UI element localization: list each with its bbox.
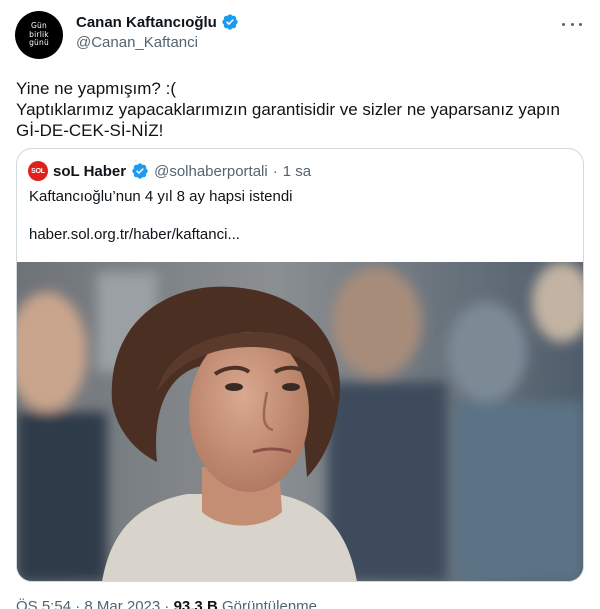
tweet-meta: ÖS 5:54 · 8 Mar 2023 · 93,3 B Görüntülen…: [16, 598, 317, 609]
quoted-link[interactable]: haber.sol.org.tr/haber/kaftanci...: [29, 225, 240, 245]
author-handle[interactable]: @Canan_Kaftanci: [76, 34, 198, 51]
more-dots-icon[interactable]: [562, 14, 582, 34]
quoted-timestamp[interactable]: 1 sa: [283, 163, 311, 180]
tweet-line-3: Gİ-DE-CEK-Sİ-NİZ!: [16, 121, 164, 140]
tweet-timestamp[interactable]: ÖS 5:54 · 8 Mar 2023 ·: [16, 598, 169, 609]
separator-dot: ·: [272, 162, 278, 180]
portrait-photo[interactable]: [17, 262, 583, 581]
quoted-author-handle[interactable]: @solhaberportali: [154, 163, 268, 180]
quoted-tweet[interactable]: SOL soL Haber @solhaberportali · 1 sa Ka…: [16, 148, 584, 582]
verified-badge-icon: [222, 14, 238, 30]
portrait-photo-image: [17, 262, 583, 581]
quoted-author-name[interactable]: soL Haber: [53, 163, 126, 180]
tweet-line-2: Yaptıklarımız yapacaklarımızın garantisi…: [16, 100, 560, 119]
author-name-text: Canan Kaftancıoğlu: [76, 13, 217, 31]
quoted-avatar[interactable]: SOL: [28, 161, 48, 181]
quoted-text: Kaftancıoğlu’nun 4 yıl 8 ay hapsi istend…: [29, 188, 293, 205]
verified-badge-icon: [132, 163, 148, 179]
tweet-card: Gün birlik günü Canan Kaftancıoğlu @Cana…: [0, 0, 600, 609]
tweet-text: Yine ne yapmışım? :( Yaptıklarımız yapac…: [16, 78, 586, 141]
avatar-text-line-3: günü: [29, 38, 49, 48]
view-count-label: Görüntülenme: [221, 598, 318, 609]
avatar[interactable]: Gün birlik günü: [15, 11, 63, 59]
view-count: 93,3 B: [173, 598, 218, 609]
quoted-tweet-header: SOL soL Haber @solhaberportali · 1 sa: [28, 161, 311, 181]
author-name[interactable]: Canan Kaftancıoğlu: [76, 13, 239, 31]
tweet-line-1: Yine ne yapmışım? :(: [16, 79, 176, 98]
